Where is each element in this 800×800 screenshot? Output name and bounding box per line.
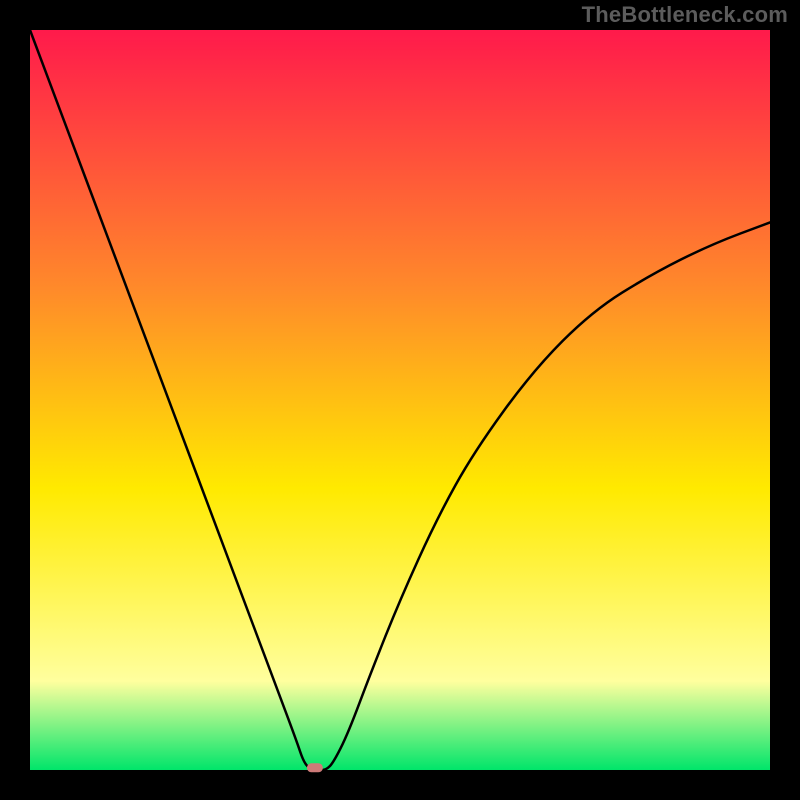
chart-svg xyxy=(0,0,800,800)
chart-plot-area xyxy=(30,30,770,770)
optimal-marker xyxy=(307,763,323,772)
watermark-text: TheBottleneck.com xyxy=(582,2,788,28)
bottleneck-chart: TheBottleneck.com xyxy=(0,0,800,800)
